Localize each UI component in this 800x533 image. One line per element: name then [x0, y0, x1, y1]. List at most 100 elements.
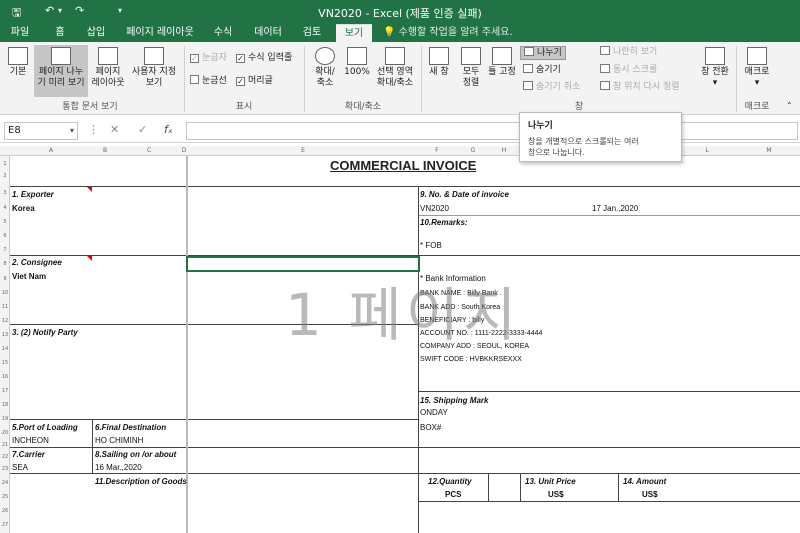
tab-formulas[interactable]: 수식: [208, 24, 238, 42]
column-header[interactable]: A: [10, 146, 92, 156]
new-window-button[interactable]: 새 창: [424, 47, 454, 78]
column-header[interactable]: B: [92, 146, 118, 156]
comment-indicator-icon[interactable]: [87, 187, 92, 192]
split-icon: [524, 47, 534, 56]
formula-bar-checkbox[interactable]: ✓ 수식 입력줄: [236, 52, 292, 64]
chevron-down-icon[interactable]: ▾: [70, 123, 74, 139]
row-header[interactable]: 12: [0, 318, 10, 324]
row-header[interactable]: 27: [0, 522, 10, 528]
row-header[interactable]: 25: [0, 494, 10, 500]
row-header[interactable]: 9: [0, 276, 10, 282]
row-header[interactable]: 6: [0, 233, 10, 239]
zoom-to-selection-button[interactable]: 선택 영역 확대/축소: [372, 47, 418, 89]
column-header[interactable]: E: [188, 146, 418, 156]
arrange-all-button[interactable]: 모두 정렬: [456, 47, 486, 89]
row-header[interactable]: 4: [0, 205, 10, 211]
border-line: [10, 419, 418, 420]
group-workbook-views: 통합 문서 보기: [62, 102, 118, 112]
freeze-panes-button[interactable]: 틀 고정: [486, 47, 518, 78]
row-header[interactable]: 23: [0, 466, 10, 472]
row-header[interactable]: 14: [0, 346, 10, 352]
quantity-unit: PCS: [445, 490, 462, 499]
collapse-ribbon-icon[interactable]: ⌃: [786, 100, 793, 112]
row-headers: 1 2 3 4 5 6 7 8 9 10 11 12 13 14 15 16 1…: [0, 156, 10, 533]
split-button[interactable]: 나누기: [520, 46, 566, 60]
border-line: [10, 186, 800, 187]
column-header[interactable]: D: [180, 146, 188, 156]
checkbox-icon: ✓: [190, 54, 199, 63]
normal-view-button[interactable]: 기본: [4, 47, 32, 78]
custom-views-button[interactable]: 사용자 지정 보기: [128, 47, 180, 89]
view-side-by-side-button[interactable]: 나란히 보기: [600, 46, 657, 58]
border-line: [418, 186, 419, 533]
tab-home[interactable]: 홈: [48, 24, 72, 42]
row-header[interactable]: 26: [0, 508, 10, 514]
row-header[interactable]: 8: [0, 261, 10, 267]
tab-insert[interactable]: 삽입: [82, 24, 110, 42]
sync-scrolling-button[interactable]: 동시 스크롤: [600, 64, 657, 76]
row-header[interactable]: 5: [0, 219, 10, 225]
row-header[interactable]: 18: [0, 402, 10, 408]
tab-data[interactable]: 데이터: [248, 24, 288, 42]
row-header[interactable]: 15: [0, 360, 10, 366]
column-header[interactable]: L: [676, 146, 738, 156]
row-header[interactable]: 2: [0, 173, 10, 179]
magnifier-icon: [315, 47, 335, 65]
tab-file[interactable]: 파일: [4, 24, 36, 42]
column-header[interactable]: C: [118, 146, 180, 156]
tab-review[interactable]: 검토: [296, 24, 328, 42]
normal-view-label: 기본: [9, 67, 27, 77]
tell-me-text: 수행할 작업을 알려 주세요.: [398, 27, 513, 38]
gridlines-checkbox[interactable]: 눈금선: [190, 75, 227, 87]
formula-bar-label: 수식 입력줄: [248, 53, 293, 63]
macros-button[interactable]: 매크로 ▾: [740, 47, 774, 89]
row-header[interactable]: 20: [0, 430, 10, 436]
column-header[interactable]: F: [418, 146, 456, 156]
formula-input[interactable]: [186, 122, 798, 140]
switch-windows-label: 창 전환: [701, 67, 729, 77]
row-header[interactable]: 16: [0, 374, 10, 380]
name-box[interactable]: E8 ▾: [4, 122, 78, 140]
row-header[interactable]: 1: [0, 161, 10, 167]
page-layout-view-button[interactable]: 페이지 레이아웃: [90, 47, 126, 89]
insert-function-icon[interactable]: fₓ: [164, 123, 173, 136]
checkbox-icon: [190, 75, 199, 84]
column-header[interactable]: G: [456, 146, 490, 156]
cancel-icon[interactable]: ✕: [110, 123, 119, 136]
tell-me-search[interactable]: 💡 수행할 작업을 알려 주세요.: [383, 24, 513, 42]
macros-icon: [747, 47, 767, 65]
zoom-100-button[interactable]: 100%: [342, 47, 372, 78]
row-header[interactable]: 19: [0, 416, 10, 422]
row-header[interactable]: 24: [0, 480, 10, 486]
hide-button[interactable]: 숨기기: [523, 64, 561, 76]
quantity-label: 12.Quantity: [428, 477, 472, 486]
headings-checkbox[interactable]: ✓ 머리글: [236, 75, 273, 87]
page-break-preview-button[interactable]: 페이지 나누 기 미리 보기: [34, 45, 88, 97]
enter-icon[interactable]: ✓: [138, 123, 147, 136]
row-header[interactable]: 13: [0, 332, 10, 338]
tab-view[interactable]: 보기: [336, 24, 372, 42]
reset-window-position-button[interactable]: 창 위치 다시 정렬: [600, 81, 680, 93]
row-header[interactable]: 3: [0, 190, 10, 196]
comment-indicator-icon[interactable]: [87, 256, 92, 261]
row-header[interactable]: 11: [0, 304, 10, 310]
row-header[interactable]: 17: [0, 388, 10, 394]
divider: [184, 46, 185, 112]
tab-page-layout[interactable]: 페이지 레이아웃: [120, 24, 200, 42]
unhide-button[interactable]: 숨기기 취소: [523, 81, 580, 93]
border-line: [618, 473, 619, 501]
sync-scroll-label: 동시 스크롤: [613, 65, 658, 75]
arrange-label-1: 모두: [462, 67, 480, 77]
row-header[interactable]: 22: [0, 454, 10, 460]
zoom-button[interactable]: 확대/축소: [308, 47, 342, 89]
switch-windows-button[interactable]: 창 전환 ▾: [697, 47, 733, 89]
column-header[interactable]: M: [738, 146, 800, 156]
side-by-side-icon: [600, 46, 610, 55]
row-header[interactable]: 10: [0, 290, 10, 296]
zoom-label-2: 축소: [316, 78, 334, 88]
row-header[interactable]: 21: [0, 442, 10, 448]
column-header[interactable]: H: [490, 146, 518, 156]
row-header[interactable]: 7: [0, 247, 10, 253]
zoom-selection-label-1: 선택 영역: [377, 67, 413, 77]
ruler-checkbox[interactable]: ✓ 눈금자: [190, 52, 227, 64]
